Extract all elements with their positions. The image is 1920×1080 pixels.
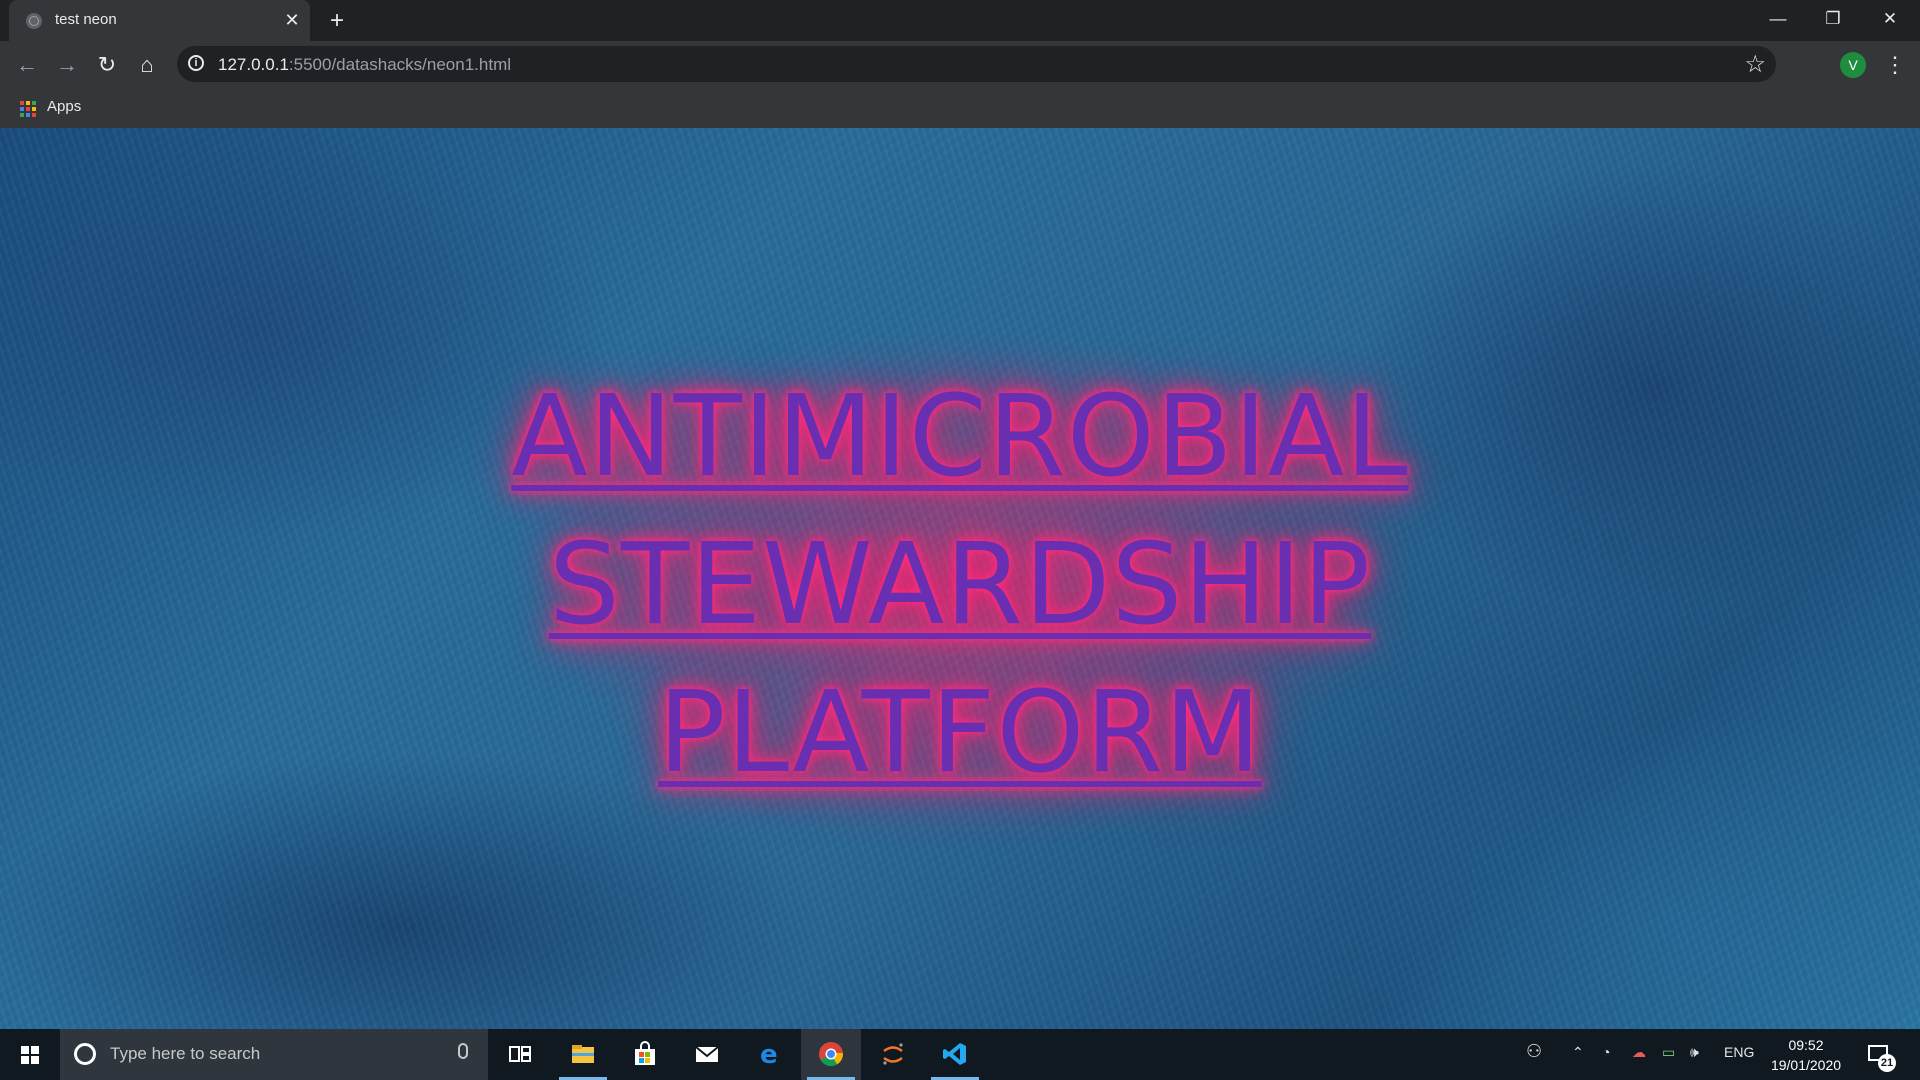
file-explorer-icon[interactable] — [553, 1029, 613, 1080]
taskbar: Type here to search e ⚇ ⌃ ◔ ☁ ▭ 🕪 ENG 09… — [0, 1029, 1920, 1080]
notification-count: 21 — [1878, 1054, 1896, 1072]
microphone-icon[interactable] — [458, 1043, 468, 1059]
url-host: 127.0.0.1 — [218, 55, 289, 74]
close-window-button[interactable]: ✕ — [1862, 0, 1918, 40]
profile-avatar[interactable]: V — [1840, 52, 1866, 78]
task-view-icon[interactable] — [490, 1029, 550, 1080]
start-button[interactable] — [0, 1029, 60, 1080]
home-button[interactable]: ⌂ — [133, 51, 161, 79]
jupyter-icon[interactable] — [863, 1029, 923, 1080]
bookmark-apps[interactable]: Apps — [47, 98, 81, 115]
people-icon[interactable]: ⚇ — [1526, 1041, 1542, 1062]
onedrive-icon[interactable]: ☁ — [1632, 1044, 1646, 1061]
minimize-button[interactable]: — — [1750, 0, 1806, 40]
url-text[interactable]: 127.0.0.1:5500/datashacks/neon1.html — [218, 55, 511, 75]
svg-text:e: e — [760, 1041, 778, 1067]
heading-line-2: STEWARDSHIP — [548, 520, 1372, 650]
page-viewport: ANTIMICROBIAL STEWARDSHIP PLATFORM — [0, 128, 1920, 1029]
address-bar[interactable]: i 127.0.0.1:5500/datashacks/neon1.html ☆ — [177, 46, 1776, 82]
bookmarks-bar: Apps — [0, 88, 1920, 128]
url-path: :5500/datashacks/neon1.html — [288, 55, 512, 74]
cortana-icon — [74, 1043, 96, 1065]
back-button[interactable]: ← — [13, 51, 41, 79]
neon-heading: ANTIMICROBIAL STEWARDSHIP PLATFORM — [0, 363, 1920, 807]
clock[interactable]: 09:52 19/01/2020 — [1760, 1035, 1852, 1075]
heading-line-1: ANTIMICROBIAL — [511, 372, 1409, 502]
network-icon[interactable]: ◔ — [1602, 1044, 1610, 1060]
info-icon[interactable]: i — [188, 55, 204, 71]
chrome-icon[interactable] — [801, 1029, 861, 1080]
edge-icon[interactable]: e — [739, 1029, 799, 1080]
globe-icon — [26, 13, 42, 29]
reload-button[interactable]: ↻ — [93, 51, 121, 79]
taskbar-search[interactable]: Type here to search — [60, 1029, 488, 1080]
browser-toolbar: ← → ↻ ⌂ i 127.0.0.1:5500/datashacks/neon… — [0, 41, 1920, 88]
tab-title: test neon — [55, 11, 117, 28]
mail-icon[interactable] — [677, 1029, 737, 1080]
tab-strip: test neon ✕ + — ❐ ✕ — [0, 0, 1920, 41]
close-tab-icon[interactable]: ✕ — [281, 9, 303, 31]
language-indicator[interactable]: ENG — [1724, 1044, 1754, 1060]
forward-button[interactable]: → — [53, 51, 81, 79]
heading-line-3: PLATFORM — [658, 668, 1262, 798]
browser-tab[interactable]: test neon ✕ — [9, 0, 310, 41]
volume-icon[interactable]: 🕪 — [1690, 1044, 1699, 1061]
battery-icon[interactable]: ▭ — [1662, 1044, 1675, 1061]
clock-date: 19/01/2020 — [1770, 1057, 1842, 1073]
apps-grid-icon[interactable] — [20, 101, 36, 117]
new-tab-button[interactable]: + — [324, 8, 350, 34]
show-hidden-icons-icon[interactable]: ⌃ — [1572, 1044, 1584, 1061]
vscode-icon[interactable] — [925, 1029, 985, 1080]
microsoft-store-icon[interactable] — [615, 1029, 675, 1080]
windows-logo-icon — [21, 1046, 39, 1064]
browser-menu-icon[interactable]: ⋮ — [1884, 50, 1906, 80]
action-center-button[interactable]: 21 — [1866, 1041, 1896, 1072]
restore-button[interactable]: ❐ — [1805, 0, 1861, 40]
search-placeholder: Type here to search — [110, 1044, 261, 1063]
bookmark-star-icon[interactable]: ☆ — [1744, 50, 1766, 79]
clock-time: 09:52 — [1788, 1037, 1824, 1053]
